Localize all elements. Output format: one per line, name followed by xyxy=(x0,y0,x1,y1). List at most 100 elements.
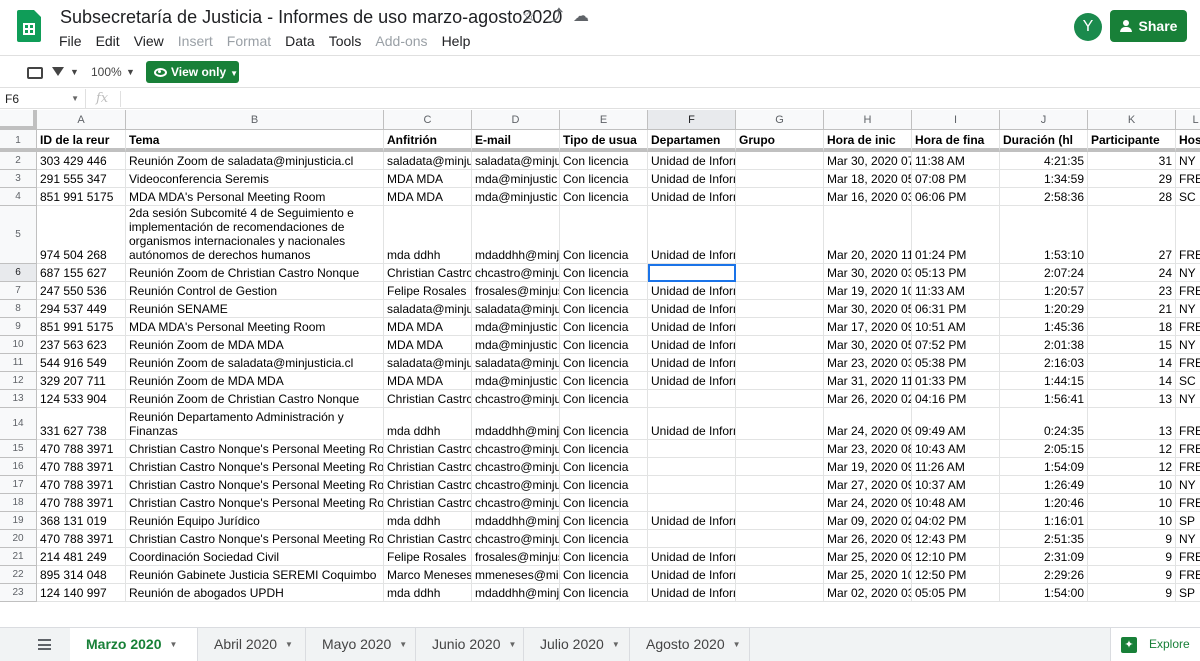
menu-item-file[interactable]: File xyxy=(52,32,89,50)
print-icon[interactable] xyxy=(27,67,43,79)
table-cell[interactable]: SP xyxy=(1176,512,1200,530)
table-cell[interactable]: MDA MDA's Personal Meeting Room xyxy=(126,318,384,336)
table-cell[interactable] xyxy=(736,354,824,372)
column-title-cell[interactable]: E-mail xyxy=(472,130,560,152)
column-header-l[interactable]: L xyxy=(1176,110,1200,130)
table-cell[interactable]: FRE xyxy=(1176,408,1200,440)
table-cell[interactable]: Con licencia xyxy=(560,300,648,318)
table-cell[interactable]: 2:05:15 xyxy=(1000,440,1088,458)
table-cell[interactable]: 687 155 627 xyxy=(37,264,126,282)
table-cell[interactable]: 9 xyxy=(1088,584,1176,602)
table-cell[interactable]: 851 991 5175 xyxy=(37,318,126,336)
table-cell[interactable]: NY xyxy=(1176,476,1200,494)
table-cell[interactable]: 28 xyxy=(1088,188,1176,206)
sheet-tab[interactable]: Junio 2020 ▼ xyxy=(416,628,524,661)
table-cell[interactable]: Mar 30, 2020 07 xyxy=(824,152,912,170)
table-cell[interactable]: 14 xyxy=(1088,354,1176,372)
table-cell[interactable]: 974 504 268 xyxy=(37,206,126,264)
table-cell[interactable]: 06:31 PM xyxy=(912,300,1000,318)
chevron-down-icon[interactable]: ▼ xyxy=(169,640,177,649)
table-cell[interactable]: 9 xyxy=(1088,566,1176,584)
table-cell[interactable]: frosales@minjus xyxy=(472,282,560,300)
table-cell[interactable]: Con licencia xyxy=(560,566,648,584)
table-cell[interactable]: mda@minjustic xyxy=(472,318,560,336)
avatar[interactable]: Y xyxy=(1074,13,1102,41)
sheet-tab[interactable]: Agosto 2020 ▼ xyxy=(630,628,750,661)
table-cell[interactable]: saladata@minju xyxy=(472,354,560,372)
table-cell[interactable]: FRE xyxy=(1176,458,1200,476)
table-cell[interactable]: MDA MDA xyxy=(384,336,472,354)
column-title-cell[interactable]: Departamen xyxy=(648,130,736,152)
table-cell[interactable]: Unidad de Informatica xyxy=(648,408,736,440)
row-header[interactable]: 10 xyxy=(0,336,37,354)
table-cell[interactable]: saladata@minju xyxy=(384,354,472,372)
table-cell[interactable]: 470 788 3971 xyxy=(37,494,126,512)
table-cell[interactable]: Christian Castro Nonque's Personal Meeti… xyxy=(126,440,384,458)
table-cell[interactable]: Reunión Equipo Jurídico xyxy=(126,512,384,530)
table-cell[interactable]: Christian Castro xyxy=(384,476,472,494)
table-cell[interactable] xyxy=(736,476,824,494)
table-cell[interactable]: Mar 09, 2020 02 xyxy=(824,512,912,530)
table-cell[interactable]: 10:51 AM xyxy=(912,318,1000,336)
column-header-j[interactable]: J xyxy=(1000,110,1088,130)
table-cell[interactable]: chcastro@minju xyxy=(472,440,560,458)
column-title-cell[interactable]: Grupo xyxy=(736,130,824,152)
table-cell[interactable]: Reunión Departamento Administración y Fi… xyxy=(126,408,384,440)
table-cell[interactable]: NY xyxy=(1176,530,1200,548)
table-cell[interactable]: FRE xyxy=(1176,318,1200,336)
row-header[interactable]: 5 xyxy=(0,206,37,264)
table-cell[interactable] xyxy=(736,566,824,584)
table-cell[interactable]: Con licencia xyxy=(560,188,648,206)
column-header-d[interactable]: D xyxy=(472,110,560,130)
table-cell[interactable]: SC xyxy=(1176,188,1200,206)
column-header-f[interactable]: F xyxy=(648,110,736,130)
table-cell[interactable]: 10 xyxy=(1088,512,1176,530)
document-title[interactable]: Subsecretaría de Justicia - Informes de … xyxy=(60,7,562,28)
table-cell[interactable]: 294 537 449 xyxy=(37,300,126,318)
table-cell[interactable]: mdaddhh@minju xyxy=(472,512,560,530)
table-cell[interactable]: 2:29:26 xyxy=(1000,566,1088,584)
table-cell[interactable]: chcastro@minju xyxy=(472,530,560,548)
table-cell[interactable] xyxy=(736,300,824,318)
menu-item-view[interactable]: View xyxy=(127,32,171,50)
row-header[interactable]: 6 xyxy=(0,264,37,282)
table-cell[interactable]: Con licencia xyxy=(560,264,648,282)
sheet-tab[interactable]: Abril 2020 ▼ xyxy=(198,628,306,661)
menu-item-edit[interactable]: Edit xyxy=(89,32,127,50)
table-cell[interactable]: Mar 30, 2020 05 xyxy=(824,336,912,354)
table-cell[interactable]: chcastro@minju xyxy=(472,494,560,512)
table-cell[interactable]: 13 xyxy=(1088,408,1176,440)
column-header-h[interactable]: H xyxy=(824,110,912,130)
table-cell[interactable]: Con licencia xyxy=(560,584,648,602)
table-cell[interactable]: Mar 24, 2020 09 xyxy=(824,494,912,512)
table-cell[interactable]: SC xyxy=(1176,372,1200,390)
table-cell[interactable]: 31 xyxy=(1088,152,1176,170)
table-cell[interactable]: 12:43 PM xyxy=(912,530,1000,548)
table-cell[interactable]: Felipe Rosales xyxy=(384,548,472,566)
table-cell[interactable] xyxy=(736,548,824,566)
table-cell[interactable]: chcastro@minju xyxy=(472,264,560,282)
row-header[interactable]: 11 xyxy=(0,354,37,372)
table-cell[interactable]: 11:38 AM xyxy=(912,152,1000,170)
table-cell[interactable]: saladata@minju xyxy=(472,152,560,170)
table-cell[interactable]: NY xyxy=(1176,264,1200,282)
table-cell[interactable]: 1:20:57 xyxy=(1000,282,1088,300)
table-cell[interactable]: mda ddhh xyxy=(384,512,472,530)
table-cell[interactable]: chcastro@minju xyxy=(472,476,560,494)
table-cell[interactable]: Unidad de Informática xyxy=(648,188,736,206)
table-cell[interactable]: Con licencia xyxy=(560,170,648,188)
table-cell[interactable]: mdaddhh@minju xyxy=(472,206,560,264)
table-cell[interactable]: Reunión Zoom de MDA MDA xyxy=(126,336,384,354)
column-title-cell[interactable]: Hora de fina xyxy=(912,130,1000,152)
table-cell[interactable]: Mar 26, 2020 02 xyxy=(824,390,912,408)
column-title-cell[interactable]: Host xyxy=(1176,130,1200,152)
table-cell[interactable] xyxy=(736,458,824,476)
zoom-select[interactable]: 100% xyxy=(91,62,122,82)
table-cell[interactable] xyxy=(736,584,824,602)
table-cell[interactable] xyxy=(648,476,736,494)
table-cell[interactable] xyxy=(648,458,736,476)
table-cell[interactable]: chcastro@minju xyxy=(472,458,560,476)
column-title-cell[interactable]: Tema xyxy=(126,130,384,152)
table-cell[interactable]: Con licencia xyxy=(560,354,648,372)
chevron-down-icon[interactable]: ▼ xyxy=(733,640,741,649)
